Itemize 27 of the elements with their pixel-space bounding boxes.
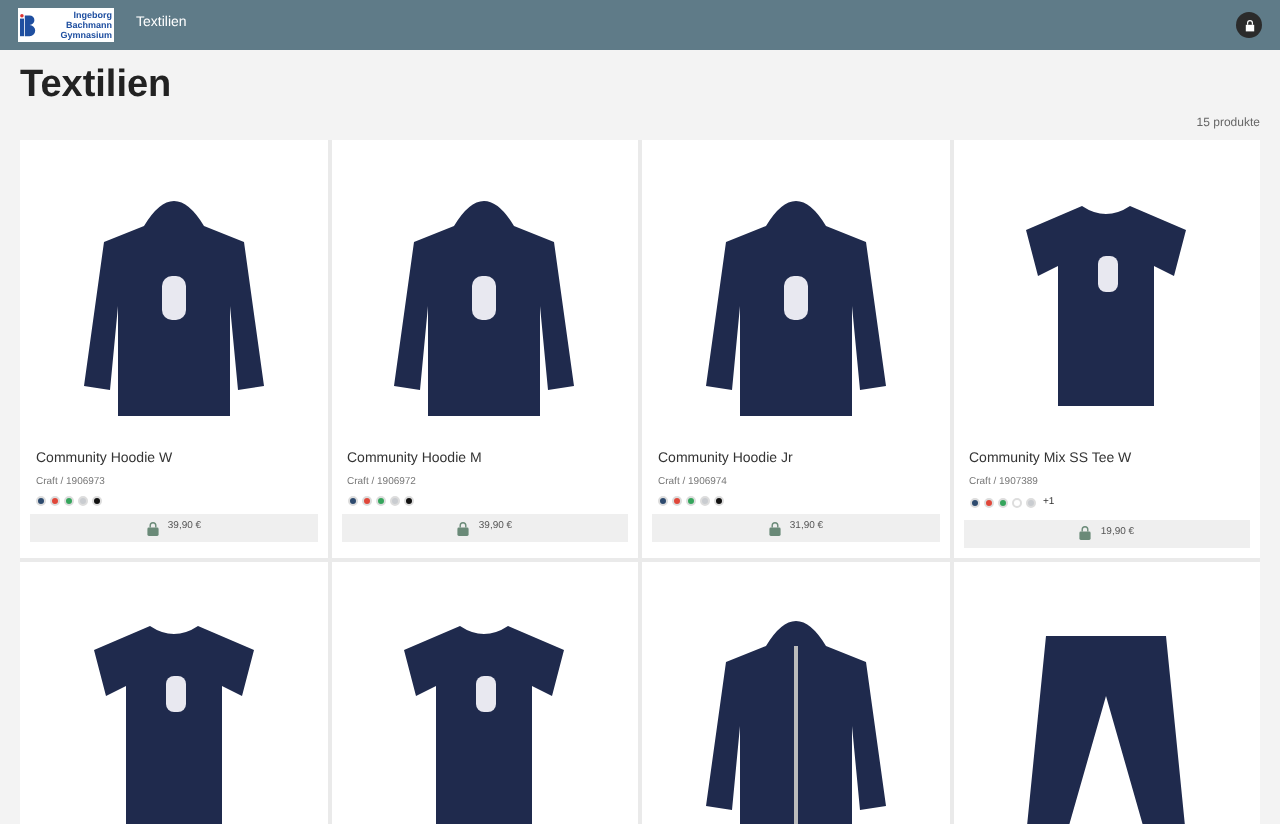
color-swatch[interactable] <box>686 496 696 506</box>
product-card[interactable] <box>953 561 1260 824</box>
color-swatch[interactable] <box>50 496 60 506</box>
color-swatch[interactable] <box>347 496 357 506</box>
page-title: Textilien <box>20 62 174 110</box>
product-card[interactable] <box>642 561 949 824</box>
color-swatch[interactable] <box>361 496 371 506</box>
color-swatch[interactable] <box>672 496 682 506</box>
color-swatch[interactable] <box>1011 498 1021 509</box>
product-card[interactable] <box>20 561 327 824</box>
color-swatch[interactable] <box>403 496 413 506</box>
color-swatch[interactable] <box>969 498 979 509</box>
color-swatch[interactable] <box>658 496 668 506</box>
color-swatch[interactable] <box>375 496 385 506</box>
color-swatch[interactable] <box>1025 498 1035 509</box>
color-swatch[interactable] <box>714 496 724 506</box>
color-swatch[interactable] <box>983 498 993 509</box>
color-swatch[interactable] <box>700 496 710 506</box>
color-swatch[interactable] <box>78 496 88 506</box>
logo-mark-icon <box>20 12 36 38</box>
color-swatch[interactable] <box>36 496 46 506</box>
color-swatch[interactable] <box>92 496 102 506</box>
product-card[interactable] <box>331 561 638 824</box>
cart-button[interactable] <box>1236 12 1262 38</box>
color-swatch[interactable] <box>64 496 74 506</box>
color-swatch[interactable] <box>389 496 399 506</box>
color-swatch[interactable] <box>997 498 1007 509</box>
